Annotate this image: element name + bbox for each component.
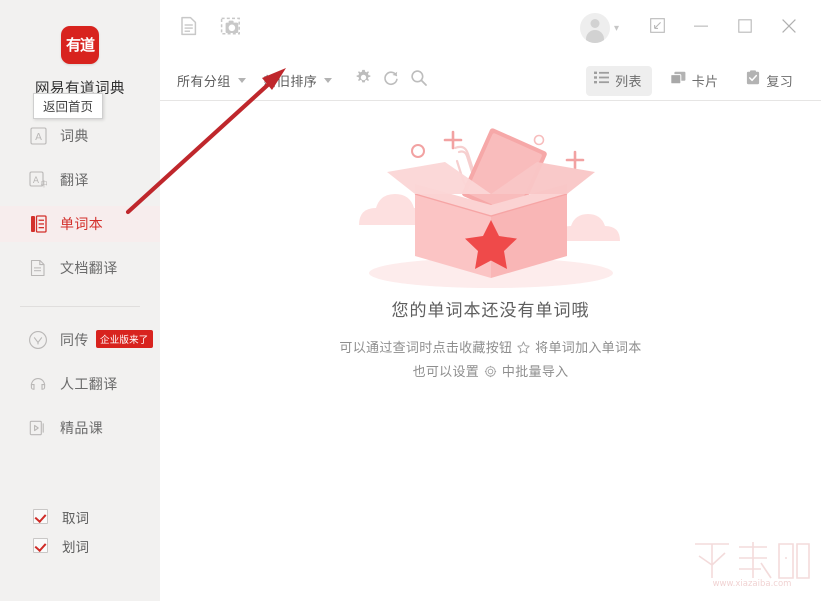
avatar-head	[590, 19, 600, 28]
search-button[interactable]	[406, 68, 432, 92]
review-check-icon	[746, 70, 760, 90]
window-controls: ▾	[579, 12, 811, 44]
sidebar-item-human-translation[interactable]: 人工翻译	[0, 366, 160, 402]
wordbook-toolbar: 所有分组 新旧排序 列表 卡片 复习	[160, 57, 821, 101]
sidebar-item-label: 单词本	[60, 216, 104, 232]
checkbox-checked-icon[interactable]	[33, 538, 48, 553]
maximize-button[interactable]	[723, 12, 767, 44]
app-logo-block[interactable]: 有道 网易有道词典	[0, 26, 160, 98]
view-mode-group: 列表 卡片 复习	[586, 65, 803, 96]
sort-filter-dropdown[interactable]: 新旧排序	[264, 71, 333, 90]
sidebar-item-wordbook[interactable]: 单词本	[0, 206, 160, 242]
empty-line2-after: 中批量导入	[501, 364, 569, 379]
main-panel: ▾ 所有分组 新旧排序 列表 卡片 复习 您的单词本还没有单词哦 可以通过查词时…	[160, 0, 821, 601]
wordbook-icon	[28, 214, 48, 234]
chevron-down-icon	[237, 77, 246, 83]
refresh-button[interactable]	[378, 68, 404, 92]
toolbar-left-group: 所有分组 新旧排序	[177, 68, 434, 92]
view-label: 卡片	[691, 73, 719, 89]
group-filter-label: 所有分组	[177, 73, 231, 89]
maximize-icon	[738, 18, 752, 38]
empty-state-line-2: 也可以设置 中批量导入	[160, 361, 821, 385]
gear-outline-icon	[480, 365, 501, 381]
toolbar-separator	[160, 100, 821, 101]
minimize-icon	[693, 19, 709, 38]
view-review-button[interactable]: 复习	[738, 65, 803, 96]
gear-icon	[355, 69, 372, 91]
screenshot-camera-icon[interactable]	[220, 16, 241, 41]
settings-button[interactable]	[350, 68, 376, 92]
sidebar-item-label: 精品课	[60, 420, 104, 436]
sidebar-item-label: 词典	[60, 128, 89, 144]
close-button[interactable]	[767, 12, 811, 44]
sidebar-nav-secondary: 同传 企业版来了 人工翻译 精品课	[0, 322, 160, 454]
sidebar-item-label: 翻译	[60, 172, 89, 188]
svg-text:中: 中	[40, 179, 48, 189]
sidebar-item-label: 同传	[60, 332, 89, 348]
view-list-button[interactable]: 列表	[586, 65, 652, 96]
empty-state-line-1: 可以通过查词时点击收藏按钮 将单词加入单词本	[160, 337, 821, 361]
title-bar-tools	[180, 16, 241, 41]
expand-window-button[interactable]	[635, 12, 679, 44]
sidebar-divider	[20, 306, 140, 307]
sort-filter-label: 新旧排序	[263, 73, 318, 89]
checkbox-checked-icon[interactable]	[33, 509, 48, 524]
sidebar-item-simultaneous-interpretation[interactable]: 同传 企业版来了	[0, 322, 160, 358]
dictionary-icon: A	[28, 126, 48, 146]
option-word-selection[interactable]: 划词	[0, 531, 160, 560]
sidebar-item-label: 人工翻译	[60, 376, 118, 392]
expand-window-icon	[649, 18, 665, 38]
title-bar: ▾	[160, 0, 821, 57]
view-label: 复习	[766, 73, 793, 89]
close-icon	[781, 18, 797, 39]
empty-line1-before: 可以通过查词时点击收藏按钮	[339, 340, 513, 355]
empty-state: 您的单词本还没有单词哦 可以通过查词时点击收藏按钮 将单词加入单词本 也可以设置	[160, 110, 821, 385]
list-view-icon	[594, 71, 610, 89]
empty-box-with-star-illustration	[358, 128, 620, 288]
document-icon	[28, 258, 48, 278]
minimize-button[interactable]	[679, 12, 723, 44]
user-avatar-icon[interactable]	[579, 13, 610, 43]
star-outline-icon	[513, 341, 534, 357]
translate-icon: A 中	[28, 170, 48, 190]
chevron-down-icon[interactable]: ▾	[614, 23, 619, 34]
logo-label: 有道	[65, 36, 95, 54]
option-label: 划词	[62, 539, 89, 555]
document-scan-icon[interactable]	[180, 16, 198, 41]
human-translation-icon	[28, 374, 48, 394]
youdao-dictionary-window: 有道 网易有道词典 返回首页 A 词典 A 中 翻译 单词本 文档翻译 同传 企…	[0, 0, 821, 601]
sidebar-options: 取词 划词	[0, 502, 160, 560]
chevron-down-icon	[324, 77, 333, 83]
option-word-capture[interactable]: 取词	[0, 502, 160, 531]
sidebar-item-label: 文档翻译	[60, 260, 118, 276]
sidebar-nav-primary: A 词典 A 中 翻译 单词本 文档翻译	[0, 118, 160, 294]
group-filter-dropdown[interactable]: 所有分组	[177, 71, 246, 90]
empty-state-title: 您的单词本还没有单词哦	[391, 301, 590, 320]
back-to-home-tooltip: 返回首页	[33, 93, 104, 119]
empty-state-description: 可以通过查词时点击收藏按钮 将单词加入单词本 也可以设置 中批量导入	[160, 337, 821, 385]
course-icon	[28, 418, 48, 438]
site-watermark: www.xiazaiba.com	[691, 538, 813, 593]
empty-line2-before: 也可以设置	[412, 364, 480, 379]
svg-text:A: A	[32, 176, 39, 186]
search-icon	[410, 69, 428, 92]
enterprise-badge: 企业版来了	[96, 330, 153, 348]
sidebar-item-document-translate[interactable]: 文档翻译	[0, 250, 160, 286]
sidebar-item-course[interactable]: 精品课	[0, 410, 160, 446]
view-card-button[interactable]: 卡片	[662, 66, 729, 96]
svg-text:A: A	[35, 132, 42, 143]
view-label: 列表	[615, 73, 642, 89]
card-view-icon	[670, 71, 686, 90]
empty-line1-after: 将单词加入单词本	[535, 340, 642, 355]
avatar-body	[585, 30, 604, 43]
simultaneous-interpretation-icon	[28, 330, 48, 350]
sidebar: 有道 网易有道词典 返回首页 A 词典 A 中 翻译 单词本 文档翻译 同传 企…	[0, 0, 160, 601]
option-label: 取词	[62, 510, 89, 526]
youdao-logo-icon[interactable]: 有道	[61, 26, 99, 64]
account-menu[interactable]: ▾	[579, 13, 619, 43]
sidebar-item-translate[interactable]: A 中 翻译	[0, 162, 160, 198]
refresh-icon	[382, 69, 400, 92]
sidebar-item-dictionary[interactable]: A 词典	[0, 118, 160, 154]
watermark-url: www.xiazaiba.com	[713, 579, 792, 588]
